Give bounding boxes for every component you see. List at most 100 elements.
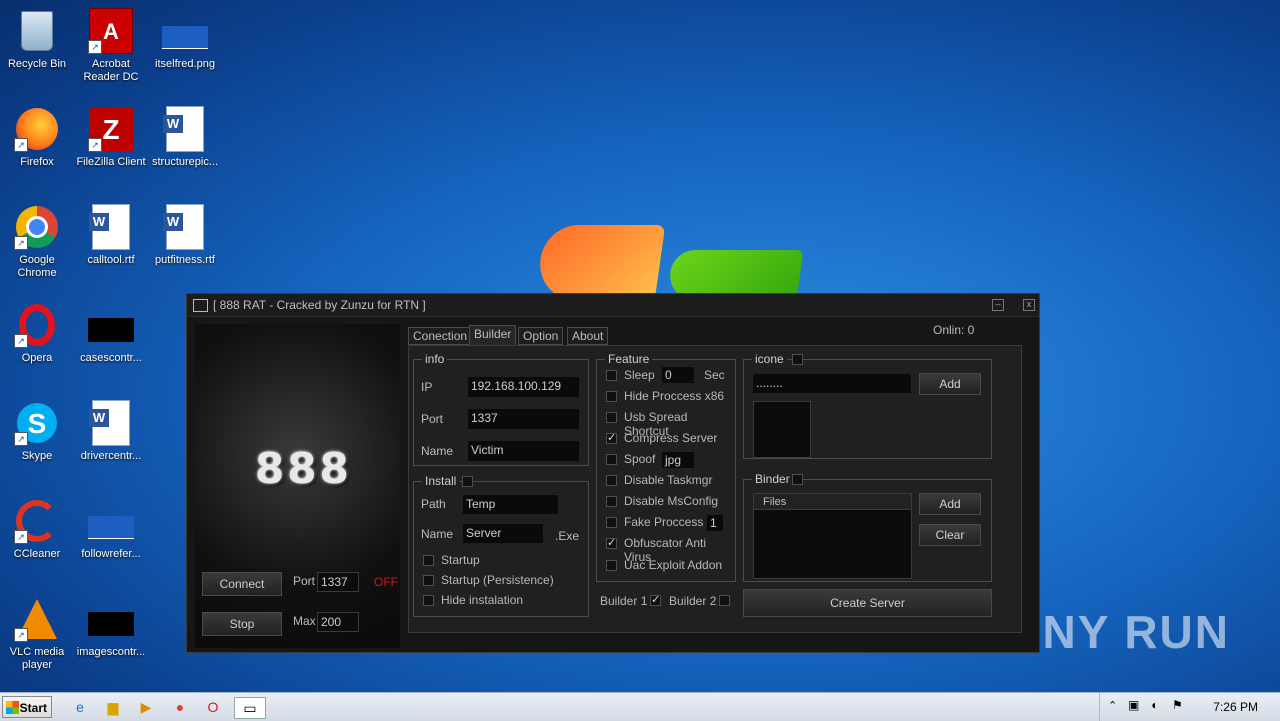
word-doc-icon: W (162, 106, 208, 152)
hide-process-checkbox[interactable] (606, 391, 617, 402)
ip-input[interactable]: 192.168.100.129 (468, 377, 579, 397)
fake-process-checkbox[interactable] (606, 517, 617, 528)
fake-process-label: Fake Proccess (624, 515, 704, 529)
desktop-icon-imagescontr[interactable]: imagescontr... (74, 596, 148, 659)
binder-checkbox[interactable] (792, 474, 803, 485)
spoof-checkbox[interactable] (606, 454, 617, 465)
desktop-icon-itselfred[interactable]: itselfred.png (148, 8, 222, 71)
explorer-icon[interactable]: ▆ (103, 697, 123, 717)
icone-group: icone ........ Add (743, 352, 992, 459)
files-list[interactable]: Files (753, 493, 912, 579)
path-input[interactable]: Temp (463, 495, 558, 514)
icon-preview (753, 401, 811, 458)
flag-icon[interactable]: ⚑ (1172, 698, 1183, 712)
obfuscator-checkbox[interactable]: ✓ (606, 538, 617, 549)
startup-label: Startup (441, 553, 480, 567)
desktop-icon-label: Opera (21, 352, 53, 364)
binder-group: Binder Files Add Clear (743, 472, 992, 582)
desktop-icon-calltool[interactable]: W calltool.rtf (74, 204, 148, 267)
files-header[interactable]: Files (754, 494, 911, 510)
connect-button[interactable]: Connect (202, 572, 282, 596)
startup-checkbox[interactable] (423, 555, 434, 566)
compress-server-checkbox[interactable]: ✓ (606, 433, 617, 444)
binder-add-button[interactable]: Add (919, 493, 981, 515)
rat-window: [ 888 RAT - Cracked by Zunzu for RTN ] ‒… (186, 293, 1040, 653)
opera-taskbar-icon[interactable]: O (203, 697, 223, 717)
icone-checkbox[interactable] (792, 354, 803, 365)
desktop-icon-ccleaner[interactable]: ↗ CCleaner (0, 498, 74, 561)
desktop-icon-label: Recycle Bin (7, 58, 67, 70)
install-checkbox[interactable] (462, 476, 473, 487)
desktop-icon-putfitness[interactable]: W putfitness.rtf (148, 204, 222, 267)
image-file-icon (88, 498, 134, 544)
desktop-icon-firefox[interactable]: ↗ Firefox (0, 106, 74, 169)
disable-taskmgr-checkbox[interactable] (606, 475, 617, 486)
icone-add-button[interactable]: Add (919, 373, 981, 395)
port-label: Port (293, 574, 316, 588)
uac-exploit-label: Uac Exploit Addon (624, 558, 723, 572)
info-name-input[interactable]: Victim (468, 441, 579, 461)
create-server-button[interactable]: Create Server (743, 589, 992, 617)
info-port-input[interactable]: 1337 (468, 409, 579, 429)
windows-logo-icon (6, 701, 19, 714)
tray-expand-icon[interactable]: ⌃ (1108, 699, 1117, 712)
disable-msconfig-checkbox[interactable] (606, 496, 617, 507)
start-button[interactable]: Start (2, 696, 52, 718)
desktop-icon-opera[interactable]: ↗ Opera (0, 302, 74, 365)
binder-clear-button[interactable]: Clear (919, 524, 981, 546)
desktop-icon-filezilla[interactable]: Z ↗ FileZilla Client (74, 106, 148, 169)
vlc-icon: ↗ (14, 596, 60, 642)
stop-button[interactable]: Stop (202, 612, 282, 636)
ie-icon[interactable]: e (70, 697, 90, 717)
desktop-icon-structurepic[interactable]: W structurepic... (148, 106, 222, 169)
startup-persistence-label: Startup (Persistence) (441, 573, 554, 587)
icone-path-input[interactable]: ........ (753, 374, 911, 393)
desktop-icon-casescontr[interactable]: casescontr... (74, 302, 148, 365)
path-label: Path (421, 497, 446, 511)
desktop-icon-skype[interactable]: S ↗ Skype (0, 400, 74, 463)
install-name-input[interactable]: Server (463, 524, 543, 543)
desktop-icon-drivercentr[interactable]: W drivercentr... (74, 400, 148, 463)
tab-builder[interactable]: Builder (469, 325, 517, 345)
install-title: Install (422, 474, 460, 488)
desktop-icon-chrome[interactable]: ↗ Google Chrome (0, 204, 74, 280)
desktop-icon-followrefer[interactable]: followrefer... (74, 498, 148, 561)
rat-taskbar-icon[interactable]: ▭ (234, 697, 266, 719)
chrome-taskbar-icon[interactable]: ● (170, 697, 190, 717)
hide-installation-checkbox[interactable] (423, 595, 434, 606)
image-file-icon (88, 596, 134, 642)
desktop-icon-label: Firefox (20, 156, 54, 168)
info-title: info (422, 352, 448, 366)
spoof-input[interactable]: jpg (662, 452, 694, 468)
system-tray: ⌃ ▣ ◖ ⚑ 7:26 PM (1099, 693, 1280, 721)
sleep-input[interactable]: 0 (662, 367, 694, 383)
builder1-checkbox[interactable]: ✓ (650, 595, 661, 606)
clock[interactable]: 7:26 PM (1213, 700, 1258, 714)
tab-conection[interactable]: Conection (408, 327, 473, 345)
max-input[interactable]: 200 (317, 612, 359, 632)
port-input[interactable]: 1337 (317, 572, 359, 592)
firefox-icon: ↗ (14, 106, 60, 152)
volume-icon[interactable]: ◖ (1150, 698, 1157, 712)
desktop-icon-acrobat[interactable]: A ↗ Acrobat Reader DC (74, 8, 148, 84)
desktop-icon-recycle-bin[interactable]: Recycle Bin (0, 8, 74, 71)
desktop-icon-vlc[interactable]: ↗ VLC media player (0, 596, 74, 672)
sleep-checkbox[interactable] (606, 370, 617, 381)
builder2-checkbox[interactable] (719, 595, 730, 606)
fake-process-input[interactable]: 1 (707, 515, 723, 531)
tab-option[interactable]: Option (518, 327, 564, 345)
minimize-button[interactable]: ‒ (992, 299, 1004, 311)
desktop-icon-label: itselfred.png (155, 58, 215, 70)
tab-about[interactable]: About (567, 327, 609, 345)
desktop-icon-label: CCleaner (13, 548, 61, 560)
network-icon[interactable]: ▣ (1128, 698, 1139, 712)
disable-taskmgr-label: Disable Taskmgr (624, 473, 713, 487)
desktop-icon-label: followrefer... (81, 548, 141, 560)
media-player-icon[interactable]: ▶ (136, 697, 156, 717)
window-titlebar[interactable]: [ 888 RAT - Cracked by Zunzu for RTN ] ‒… (187, 294, 1039, 317)
uac-exploit-checkbox[interactable] (606, 560, 617, 571)
startup-persistence-checkbox[interactable] (423, 575, 434, 586)
info-port-label: Port (421, 412, 444, 426)
usb-spread-checkbox[interactable] (606, 412, 617, 423)
close-button[interactable]: x (1023, 299, 1035, 311)
